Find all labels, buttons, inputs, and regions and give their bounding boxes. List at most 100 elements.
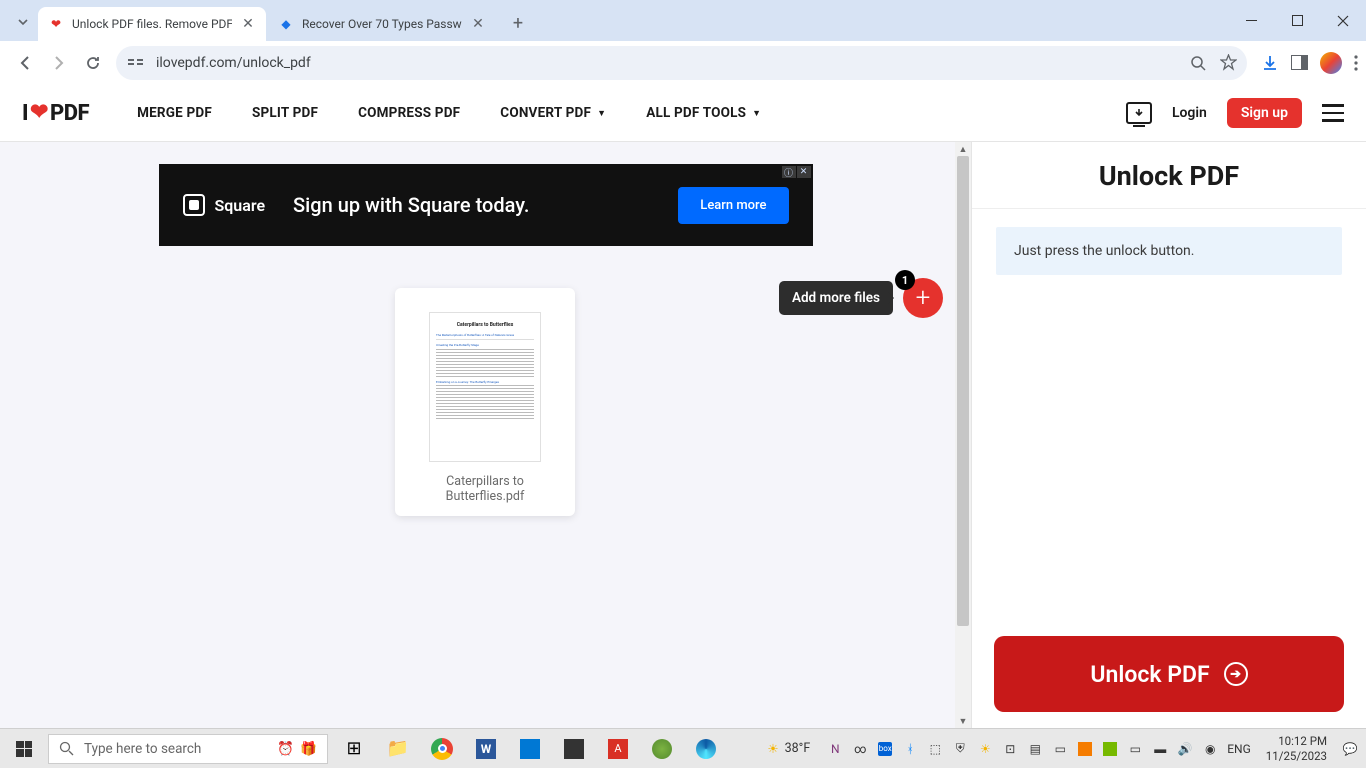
close-icon[interactable]: ✕ [240, 16, 256, 32]
square-logo-icon [183, 194, 205, 216]
maximize-button[interactable] [1274, 6, 1320, 36]
close-window-button[interactable] [1320, 6, 1366, 36]
unlock-button[interactable]: Unlock PDF ➔ [994, 636, 1344, 712]
tray-icon[interactable]: ⬚ [927, 741, 943, 757]
file-card[interactable]: Caterpillars to Butterflies The Metamorp… [395, 288, 575, 516]
window-controls [1228, 0, 1366, 41]
chevron-down-icon: ▼ [752, 108, 761, 119]
close-icon[interactable]: ✕ [470, 16, 486, 32]
date: 11/25/2023 [1266, 749, 1327, 763]
nav-merge[interactable]: MERGE PDF [137, 105, 212, 121]
weather-widget[interactable]: ☀ 38°F [767, 741, 810, 757]
site-info-icon[interactable] [128, 56, 146, 70]
scrollbar[interactable]: ▲ ▼ [955, 142, 971, 728]
volume-icon[interactable]: 🔊 [1177, 741, 1193, 757]
menu-icon[interactable] [1322, 104, 1344, 122]
tray-icon[interactable]: ∞ [852, 741, 868, 757]
tab-ilovepdf[interactable]: ❤ Unlock PDF files. Remove PDF p ✕ [38, 7, 266, 41]
side-panel: Unlock PDF Just press the unlock button.… [971, 142, 1366, 728]
reload-button[interactable] [76, 46, 110, 80]
notifications-icon[interactable]: 💬 [1342, 741, 1358, 757]
scroll-down-icon[interactable]: ▼ [955, 714, 971, 728]
photos-icon[interactable] [508, 729, 552, 768]
task-view-icon[interactable]: ⊞ [332, 729, 376, 768]
logo-text-i: I [22, 101, 28, 126]
desktop-app-icon[interactable] [1126, 102, 1152, 124]
chevron-down-icon: ▼ [597, 108, 606, 119]
bluetooth-icon[interactable]: ᚼ [902, 741, 918, 757]
content: Square Sign up with Square today. Learn … [0, 142, 1366, 728]
chrome-icon[interactable] [420, 729, 464, 768]
nav-all-tools[interactable]: ALL PDF TOOLS▼ [646, 105, 761, 121]
edge-icon[interactable] [684, 729, 728, 768]
tray-icon[interactable]: ☀ [977, 741, 993, 757]
tab-title: Unlock PDF files. Remove PDF p [72, 17, 232, 31]
app-icon[interactable] [552, 729, 596, 768]
shield-icon: ◆ [278, 16, 294, 32]
system-tray: ☀ 38°F N ∞ box ᚼ ⬚ ⛨ ☀ ⊡ ▤ ▭ ▭ ▬ 🔊 ◉ ENG… [767, 734, 1366, 763]
signup-button[interactable]: Sign up [1227, 98, 1302, 128]
tray-icon[interactable]: ▭ [1127, 741, 1143, 757]
nav-split[interactable]: SPLIT PDF [252, 105, 318, 121]
app-icon[interactable] [640, 729, 684, 768]
file-name: Caterpillars to Butterflies.pdf [409, 474, 561, 504]
scroll-thumb[interactable] [957, 156, 969, 626]
start-button[interactable] [0, 729, 48, 768]
bookmark-icon[interactable] [1220, 54, 1237, 71]
word-icon[interactable]: W [464, 729, 508, 768]
ad-headline: Sign up with Square today. [293, 193, 678, 217]
downloads-icon[interactable] [1261, 54, 1279, 72]
tab-search-icon[interactable] [8, 7, 38, 37]
ad-brand: Square [215, 196, 266, 215]
browser-titlebar: ❤ Unlock PDF files. Remove PDF p ✕ ◆ Rec… [0, 0, 1366, 41]
tray-icon[interactable]: ⊡ [1002, 741, 1018, 757]
language-indicator[interactable]: ENG [1227, 742, 1251, 756]
arrow-right-icon: ➔ [1224, 662, 1248, 686]
logo[interactable]: I ❤ PDF [22, 101, 89, 126]
search-icon [59, 741, 74, 756]
tray-icon[interactable]: ▤ [1027, 741, 1043, 757]
nav-compress[interactable]: COMPRESS PDF [358, 105, 460, 121]
acrobat-icon[interactable]: A [596, 729, 640, 768]
ad-cta-button[interactable]: Learn more [678, 187, 788, 224]
add-files-button[interactable]: + 1 [903, 278, 943, 318]
unlock-label: Unlock PDF [1090, 661, 1209, 688]
address-bar[interactable]: ilovepdf.com/unlock_pdf [116, 46, 1247, 80]
new-tab-button[interactable]: + [504, 9, 532, 37]
tray-icon[interactable]: ▭ [1052, 741, 1068, 757]
ad-banner[interactable]: Square Sign up with Square today. Learn … [159, 164, 813, 246]
logo-text-pdf: PDF [50, 101, 89, 126]
nvidia-icon[interactable] [1102, 741, 1118, 757]
pinned-apps: ⊞ 📁 W A [332, 729, 728, 768]
clock[interactable]: 10:12 PM 11/25/2023 [1260, 734, 1333, 763]
clock-app-icon: ⏰ [277, 741, 294, 757]
scroll-up-icon[interactable]: ▲ [955, 142, 971, 156]
forward-button[interactable] [42, 46, 76, 80]
box-icon[interactable]: box [877, 741, 893, 757]
login-link[interactable]: Login [1172, 105, 1207, 121]
defender-icon[interactable]: ⛨ [952, 741, 968, 757]
back-button[interactable] [8, 46, 42, 80]
nav-links: MERGE PDF SPLIT PDF COMPRESS PDF CONVERT… [137, 105, 761, 121]
wifi-icon[interactable]: ◉ [1202, 741, 1218, 757]
tray-icon[interactable] [1077, 741, 1093, 757]
tab-strip: ❤ Unlock PDF files. Remove PDF p ✕ ◆ Rec… [0, 0, 532, 41]
main-area: Square Sign up with Square today. Learn … [0, 142, 971, 728]
plus-icon: + [916, 283, 931, 313]
battery-icon[interactable]: ▬ [1152, 741, 1168, 757]
gift-icon: 🎁 [300, 741, 317, 757]
profile-icon[interactable] [1320, 52, 1342, 74]
taskbar-search[interactable]: Type here to search ⏰ 🎁 [48, 734, 328, 764]
time: 10:12 PM [1266, 734, 1327, 748]
ad-choices-icon[interactable]: ⓘ✕ [782, 166, 811, 178]
onenote-icon[interactable]: N [827, 741, 843, 757]
minimize-button[interactable] [1228, 6, 1274, 36]
nav-convert[interactable]: CONVERT PDF▼ [500, 105, 606, 121]
side-panel-icon[interactable] [1291, 55, 1308, 70]
tab-recover[interactable]: ◆ Recover Over 70 Types Passwor ✕ [268, 7, 496, 41]
chrome-menu-icon[interactable] [1354, 55, 1358, 71]
file-explorer-icon[interactable]: 📁 [376, 729, 420, 768]
heart-icon: ❤ [30, 100, 48, 125]
zoom-icon[interactable] [1190, 55, 1206, 71]
windows-taskbar: Type here to search ⏰ 🎁 ⊞ 📁 W A ☀ 38°F N… [0, 728, 1366, 768]
